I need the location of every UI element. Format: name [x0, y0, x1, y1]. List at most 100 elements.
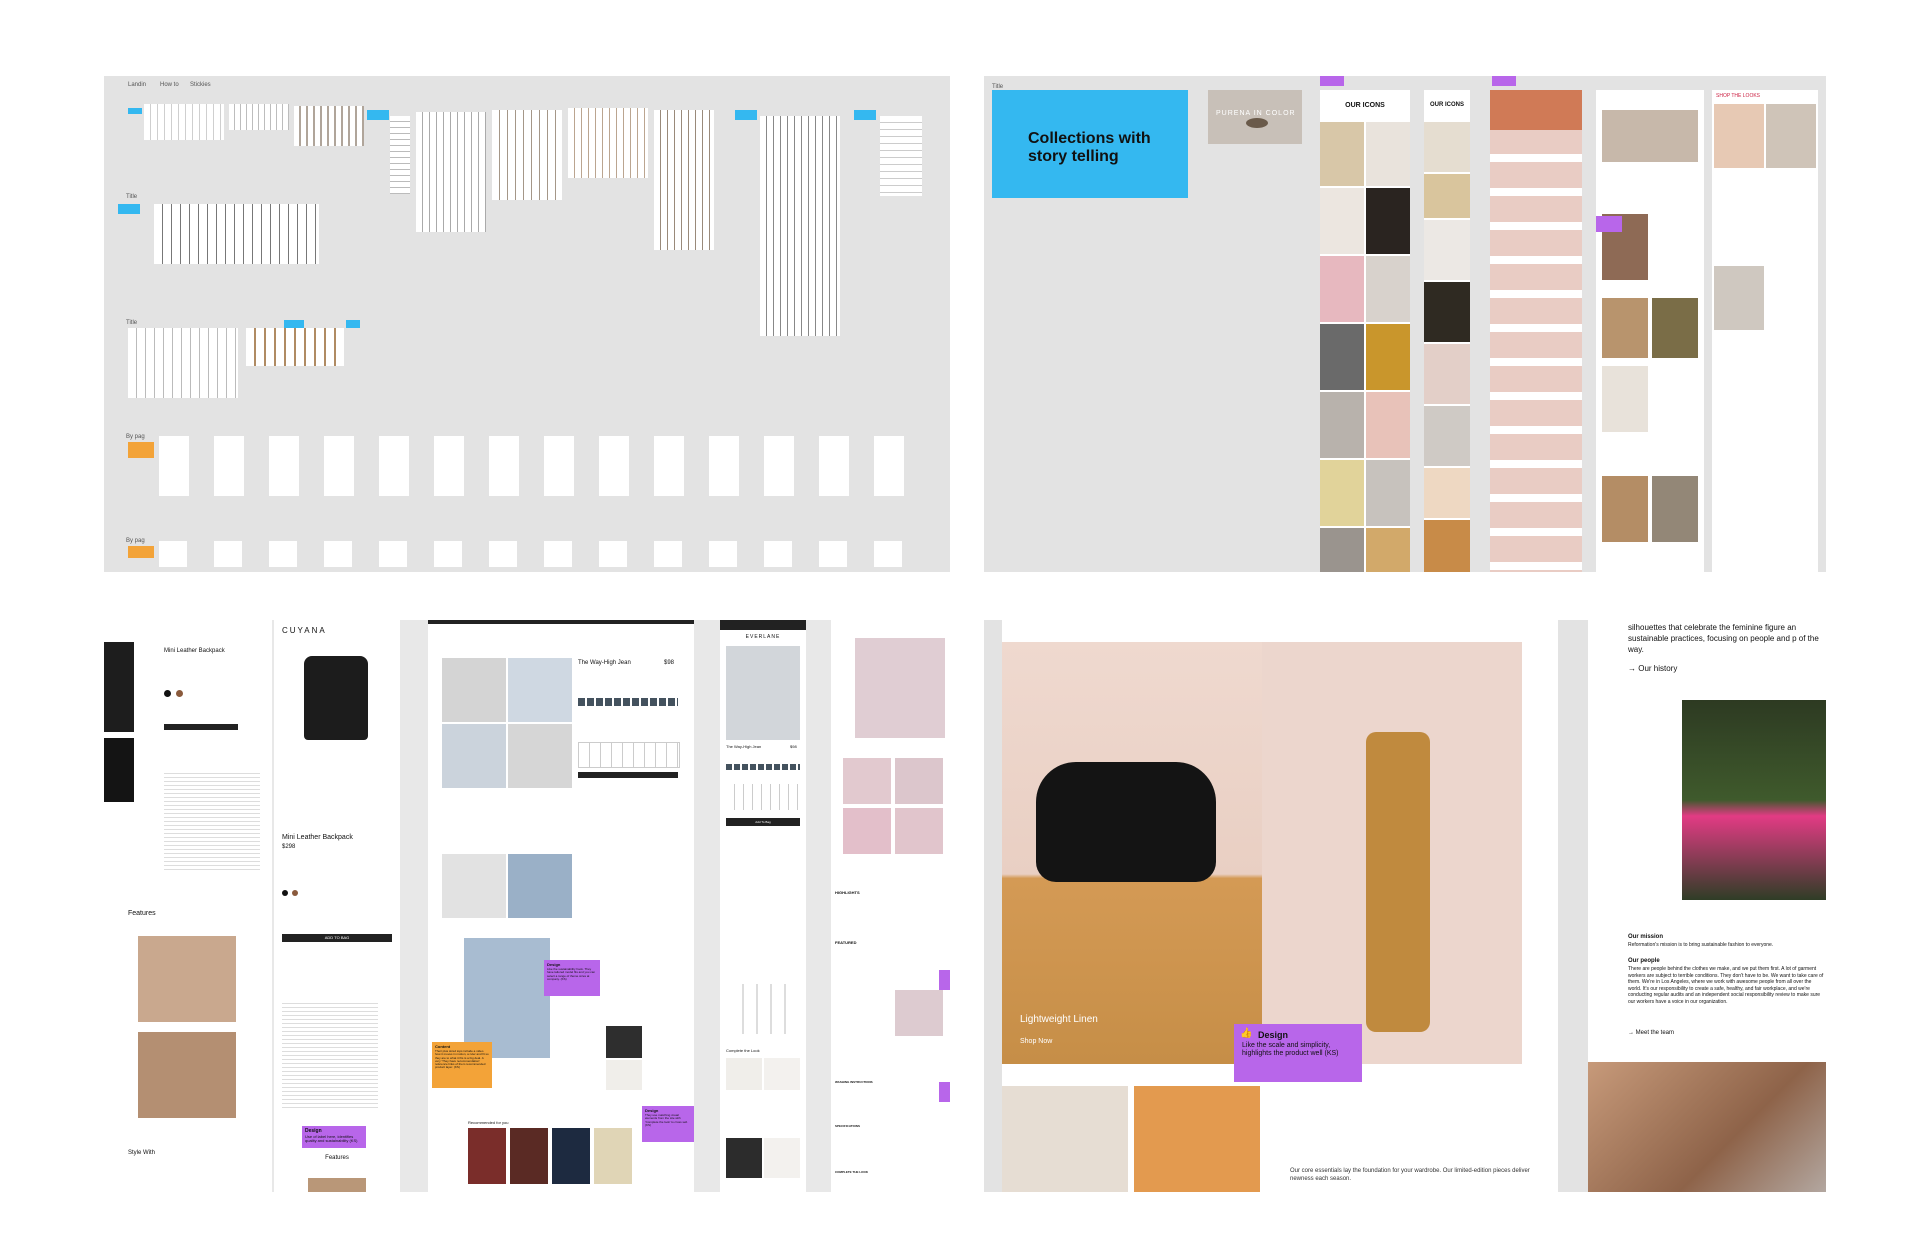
sticky-note[interactable]	[939, 970, 950, 990]
screen-thumbnail-cluster[interactable]	[390, 116, 410, 194]
complete-look-photo[interactable]	[764, 1058, 800, 1090]
product-photo[interactable]	[1320, 528, 1364, 572]
our-icons-page-b[interactable]: OUR ICONS	[1424, 90, 1470, 572]
add-to-bag-button[interactable]: Add To Bag	[726, 818, 800, 826]
product-photo[interactable]	[1424, 406, 1470, 466]
everlane-mobile-page[interactable]: EVERLANE The Way-High Jean $98 Add To Ba…	[720, 620, 806, 1192]
linen-landing-page[interactable]: Lightweight Linen Shop Now Design Like t…	[1002, 620, 1558, 1192]
screen-thumbnail-cluster[interactable]	[492, 110, 562, 200]
product-photo[interactable]	[1366, 256, 1410, 322]
content-sticky-note[interactable]: Content Their plus sized tops include a …	[432, 1042, 492, 1088]
sticky-note[interactable]	[118, 204, 140, 214]
design-sticky-note[interactable]: Design Like the sustainability hook. The…	[544, 960, 600, 996]
product-photo[interactable]	[1714, 266, 1764, 330]
product-photo[interactable]	[1366, 460, 1410, 526]
hero-link[interactable]: Shop Now	[1020, 1038, 1052, 1045]
jeans-photo[interactable]	[442, 854, 506, 918]
screen-thumbnail-cluster[interactable]	[246, 328, 344, 366]
screen-thumbnail-cluster[interactable]	[294, 106, 364, 146]
screen-thumbnail-cluster[interactable]	[760, 116, 840, 336]
size-grid[interactable]	[726, 784, 800, 810]
product-photo[interactable]	[1766, 104, 1816, 168]
sticky-note[interactable]	[128, 108, 142, 114]
product-photo[interactable]	[1490, 90, 1582, 130]
sticky-note[interactable]	[1596, 216, 1622, 232]
screen-thumbnail-cluster[interactable]	[229, 104, 289, 130]
sports-bra-photo[interactable]	[855, 638, 945, 738]
product-photo[interactable]	[1424, 468, 1470, 518]
complete-look-photo[interactable]	[726, 1138, 762, 1178]
page-thumbnail-row[interactable]	[159, 541, 919, 567]
sticky-note[interactable]	[346, 320, 360, 328]
add-to-bag-button[interactable]: ADD TO BAG	[282, 934, 392, 942]
story-photo[interactable]	[1652, 298, 1698, 358]
story-photo[interactable]	[1602, 298, 1648, 358]
sports-bra-photo[interactable]	[843, 758, 891, 804]
product-photo[interactable]	[1366, 122, 1410, 186]
product-photo[interactable]	[1366, 188, 1410, 254]
product-photo[interactable]	[1714, 104, 1764, 168]
swatch-brown[interactable]	[292, 890, 298, 896]
recommended-photo[interactable]	[552, 1128, 590, 1184]
recommended-photo[interactable]	[594, 1128, 632, 1184]
board-overview-panel[interactable]: Landin How to Stickies Title Title By pa…	[104, 76, 950, 572]
design-sticky-note[interactable]: Design Like the scale and simplicity, hi…	[1234, 1024, 1362, 1082]
meet-team-link[interactable]: → Meet the team	[1628, 1030, 1674, 1036]
jeans-photo[interactable]	[464, 938, 550, 1058]
story-photo[interactable]	[1602, 476, 1648, 542]
product-photo[interactable]	[1320, 122, 1364, 186]
screen-thumbnail-cluster[interactable]	[654, 110, 714, 250]
jeans-photo[interactable]	[442, 658, 506, 722]
sticky-note[interactable]	[367, 110, 389, 120]
size-grid[interactable]	[578, 742, 680, 768]
backpack-photo[interactable]	[104, 642, 134, 732]
color-swatches[interactable]	[578, 698, 678, 706]
sticky-note[interactable]	[1492, 76, 1516, 86]
product-photo[interactable]	[1424, 174, 1470, 218]
linen-hero-panel[interactable]: Lightweight Linen Shop Now Design Like t…	[984, 620, 1826, 1192]
screen-thumbnail-cluster[interactable]	[880, 116, 922, 196]
feature-photo[interactable]	[308, 1178, 366, 1192]
story-photo[interactable]	[1652, 476, 1698, 542]
our-history-link[interactable]: → Our history	[1628, 664, 1677, 673]
jeans-photo[interactable]	[508, 658, 572, 722]
backpack-photo[interactable]	[104, 738, 134, 802]
grid-photo[interactable]	[1134, 1086, 1260, 1192]
shop-the-looks-page[interactable]: SHOP THE LOOKS	[1712, 90, 1818, 572]
product-photo[interactable]	[1366, 528, 1410, 572]
jeans-photo[interactable]	[726, 646, 800, 740]
everlane-desktop-page[interactable]: The Way-High Jean $98 Design Like the su…	[428, 620, 694, 1192]
product-photo[interactable]	[1320, 392, 1364, 458]
cuyana-product-page[interactable]: CUYANA Mini Leather Backpack $298 ADD TO…	[274, 620, 400, 1192]
design-sticky-note[interactable]: Design They use matching visual elements…	[642, 1106, 694, 1142]
swatch-black[interactable]	[282, 890, 288, 896]
sticky-note[interactable]	[735, 110, 757, 120]
complete-look-photo[interactable]	[764, 1138, 800, 1178]
screen-thumbnail-cluster[interactable]	[154, 204, 319, 264]
product-photo[interactable]	[1366, 392, 1410, 458]
page-thumbnail-row[interactable]	[159, 436, 919, 496]
feature-photo[interactable]	[138, 936, 236, 1022]
reformation-about-page[interactable]: silhouettes that celebrate the feminine …	[1588, 620, 1826, 1192]
sticky-note[interactable]	[128, 442, 154, 458]
screen-thumbnail-cluster[interactable]	[568, 108, 648, 178]
sports-bra-photo[interactable]	[895, 758, 943, 804]
product-grid-page[interactable]	[1490, 90, 1582, 572]
collections-board-panel[interactable]: Title Collections with story telling PUR…	[984, 76, 1826, 572]
complete-look-photo[interactable]	[606, 1026, 642, 1058]
sports-bra-photo[interactable]	[895, 808, 943, 854]
swatch-brown[interactable]	[176, 690, 183, 697]
sticky-note[interactable]	[854, 110, 876, 120]
grid-photo[interactable]	[1002, 1086, 1128, 1192]
recommended-photo[interactable]	[468, 1128, 506, 1184]
complete-look-photo[interactable]	[606, 1060, 642, 1090]
sports-bra-photo[interactable]	[843, 808, 891, 854]
hero-photo-right[interactable]	[1262, 642, 1522, 1064]
our-icons-page-a[interactable]: OUR ICONS	[1320, 90, 1410, 572]
backpack-photo[interactable]	[304, 656, 368, 740]
add-to-bag-button[interactable]	[164, 724, 238, 730]
jeans-photo[interactable]	[508, 724, 572, 788]
screen-thumbnail-cluster[interactable]	[128, 328, 238, 398]
sticky-note[interactable]	[1320, 76, 1344, 86]
color-swatches[interactable]	[726, 764, 800, 770]
